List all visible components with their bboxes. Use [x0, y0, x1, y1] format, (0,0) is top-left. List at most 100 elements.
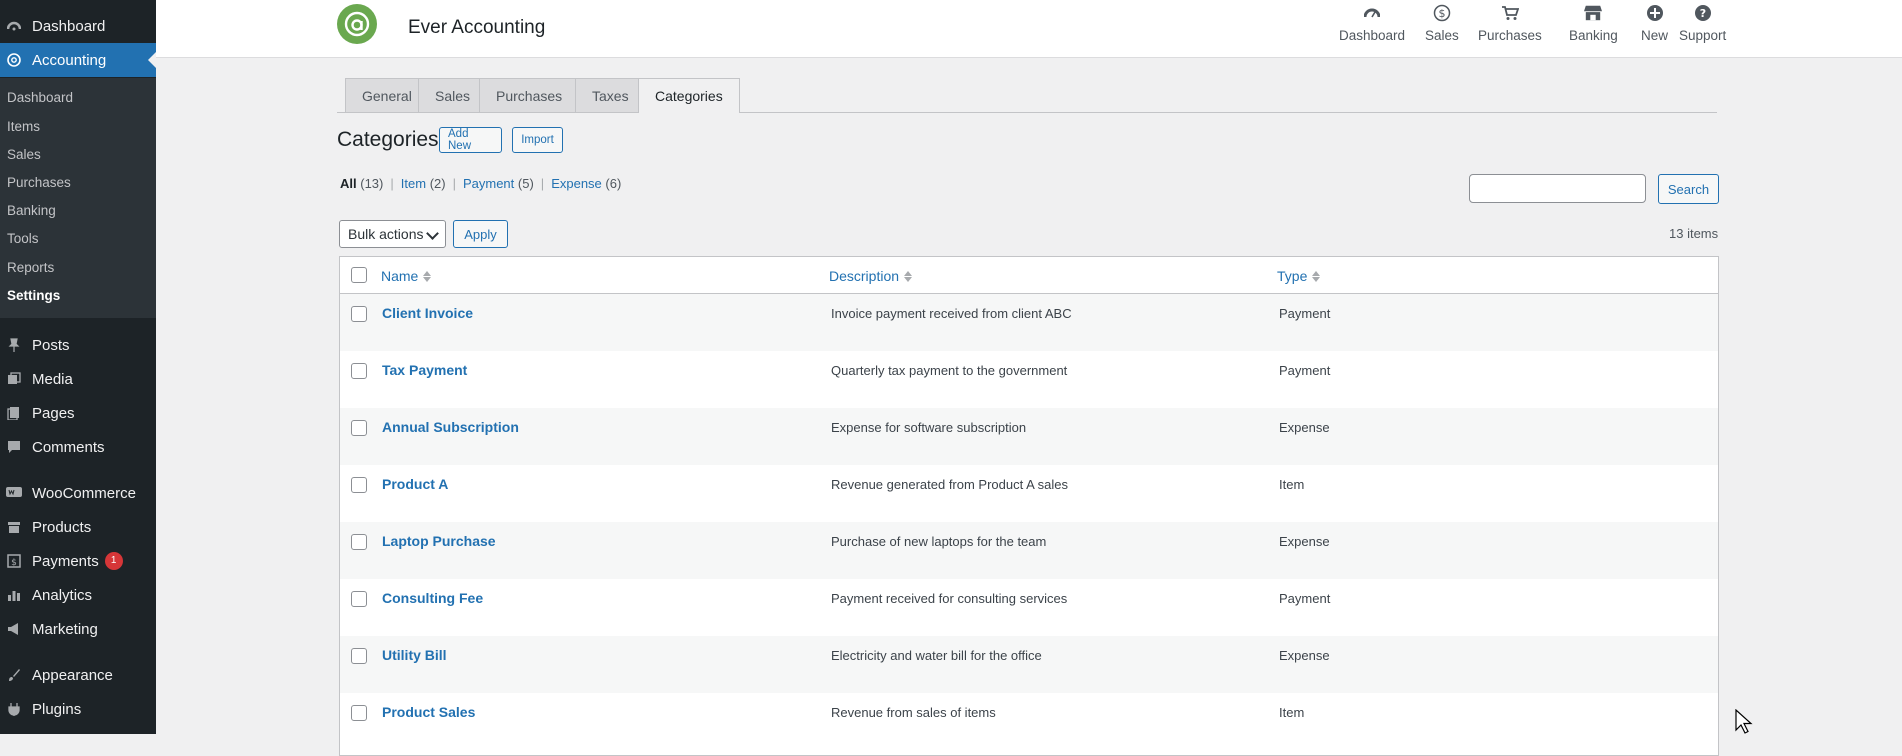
categories-table: Name Description Type Client Invoice Inv…	[339, 256, 1719, 756]
top-nav-label: Support	[1679, 28, 1727, 43]
sidebar-item-analytics[interactable]: Analytics	[0, 578, 156, 612]
tab-sales[interactable]: Sales	[418, 78, 488, 112]
filter-expense[interactable]: Expense (6)	[551, 176, 621, 191]
submenu-item-dashboard[interactable]: Dashboard	[7, 90, 73, 105]
sort-icon	[423, 270, 432, 282]
gauge-icon	[1363, 4, 1381, 22]
status-filters: All (13) | Item (2) | Payment (5) | Expense (6…	[340, 176, 622, 191]
category-name-link[interactable]: Client Invoice	[382, 305, 473, 321]
filter-item[interactable]: Item (2)	[401, 176, 446, 191]
sidebar-item-plugins[interactable]: Plugins	[0, 692, 156, 726]
bank-icon	[1584, 4, 1603, 22]
tab-divider	[337, 112, 1717, 113]
page-title: Categories	[337, 128, 439, 151]
row-checkbox[interactable]	[351, 477, 367, 493]
question-icon: ?	[1694, 4, 1712, 22]
top-nav-label: Sales	[1425, 28, 1459, 43]
submenu-item-items[interactable]: Items	[7, 119, 40, 134]
pages-icon	[6, 405, 22, 421]
submenu-item-tools[interactable]: Tools	[7, 231, 39, 246]
sidebar-item-appearance[interactable]: Appearance	[0, 658, 156, 692]
tab-taxes[interactable]: Taxes	[575, 78, 646, 112]
sidebar-item-marketing[interactable]: Marketing	[0, 612, 156, 646]
import-button[interactable]: Import	[512, 127, 563, 153]
category-type: Expense	[1279, 648, 1330, 663]
row-checkbox[interactable]	[351, 363, 367, 379]
sidebar-item-label: Payments	[32, 552, 99, 570]
payment-icon: $	[6, 553, 22, 569]
category-type: Expense	[1279, 534, 1330, 549]
app-logo[interactable]	[337, 4, 377, 44]
top-nav-new[interactable]: New	[1641, 4, 1668, 43]
sidebar-item-accounting[interactable]: Accounting	[0, 43, 156, 77]
admin-sidebar: Dashboard Accounting Dashboard Items Sal…	[0, 0, 156, 734]
top-nav-purchases[interactable]: Purchases	[1478, 4, 1542, 43]
category-name-link[interactable]: Tax Payment	[382, 362, 467, 378]
category-type: Payment	[1279, 363, 1331, 378]
category-name-link[interactable]: Laptop Purchase	[382, 533, 496, 549]
sidebar-item-label: Analytics	[32, 586, 93, 604]
column-type[interactable]: Type	[1277, 268, 1321, 284]
category-name-link[interactable]: Utility Bill	[382, 647, 447, 663]
tab-categories[interactable]: Categories	[638, 78, 740, 113]
column-description[interactable]: Description	[829, 268, 913, 284]
top-nav-support[interactable]: ? Support	[1679, 4, 1726, 43]
submenu-item-purchases[interactable]: Purchases	[7, 175, 71, 190]
tab-purchases[interactable]: Purchases	[479, 78, 580, 112]
row-checkbox[interactable]	[351, 705, 367, 721]
table-row: Product Sales Revenue from sales of item…	[340, 693, 1718, 750]
sidebar-item-woocommerce[interactable]: WooCommerce	[0, 476, 156, 510]
submenu-item-banking[interactable]: Banking	[7, 203, 56, 218]
sidebar-item-media[interactable]: Media	[0, 362, 156, 396]
category-type: Item	[1279, 705, 1305, 720]
column-name[interactable]: Name	[381, 268, 432, 284]
table-row: Client Invoice Invoice payment received …	[340, 294, 1718, 351]
sidebar-item-label: Plugins	[32, 700, 82, 718]
sidebar-item-dashboard[interactable]: Dashboard	[0, 9, 156, 43]
sidebar-item-posts[interactable]: Posts	[0, 328, 156, 362]
category-description: Electricity and water bill for the offic…	[831, 648, 1042, 663]
cart-icon	[1501, 4, 1519, 22]
row-checkbox[interactable]	[351, 420, 367, 436]
top-nav-dashboard[interactable]: Dashboard	[1339, 4, 1405, 43]
top-nav-sales[interactable]: $ Sales	[1425, 4, 1459, 43]
tab-general[interactable]: General	[345, 78, 429, 112]
select-all-checkbox[interactable]	[351, 267, 367, 283]
category-name-link[interactable]: Product A	[382, 476, 448, 492]
row-checkbox[interactable]	[351, 534, 367, 550]
category-name-link[interactable]: Annual Subscription	[382, 419, 519, 435]
row-checkbox[interactable]	[351, 306, 367, 322]
filter-payment[interactable]: Payment (5)	[463, 176, 534, 191]
search-input[interactable]	[1469, 174, 1646, 203]
megaphone-icon	[6, 621, 22, 637]
row-checkbox[interactable]	[351, 591, 367, 607]
apply-button[interactable]: Apply	[453, 220, 508, 248]
category-name-link[interactable]: Product Sales	[382, 704, 475, 720]
bar-chart-icon	[6, 587, 22, 603]
sidebar-item-pages[interactable]: Pages	[0, 396, 156, 430]
category-name-link[interactable]: Consulting Fee	[382, 590, 483, 606]
top-nav-label: New	[1641, 28, 1669, 43]
add-new-button[interactable]: Add New	[439, 127, 502, 153]
submenu-item-settings[interactable]: Settings	[7, 288, 60, 303]
row-checkbox[interactable]	[351, 648, 367, 664]
woo-icon	[6, 485, 22, 501]
category-description: Payment received for consulting services	[831, 591, 1068, 606]
table-row: Consulting Fee Payment received for cons…	[340, 579, 1718, 636]
filter-all[interactable]: All (13)	[340, 176, 383, 191]
sort-icon	[1312, 270, 1321, 282]
sidebar-item-payments[interactable]: $ Payments 1	[0, 544, 156, 578]
table-row: Utility Bill Electricity and water bill …	[340, 636, 1718, 693]
pin-icon	[6, 337, 22, 353]
sidebar-item-label: Posts	[32, 336, 70, 354]
submenu-item-reports[interactable]: Reports	[7, 260, 54, 275]
top-nav-label: Purchases	[1478, 28, 1542, 43]
sidebar-item-products[interactable]: Products	[0, 510, 156, 544]
search-button[interactable]: Search	[1658, 174, 1719, 204]
sidebar-item-comments[interactable]: Comments	[0, 430, 156, 464]
category-type: Item	[1279, 477, 1305, 492]
item-count: 13 items	[1669, 226, 1719, 241]
submenu-item-sales[interactable]: Sales	[7, 147, 41, 162]
top-nav-banking[interactable]: Banking	[1569, 4, 1618, 43]
bulk-actions-select[interactable]: Bulk actions	[339, 220, 446, 248]
